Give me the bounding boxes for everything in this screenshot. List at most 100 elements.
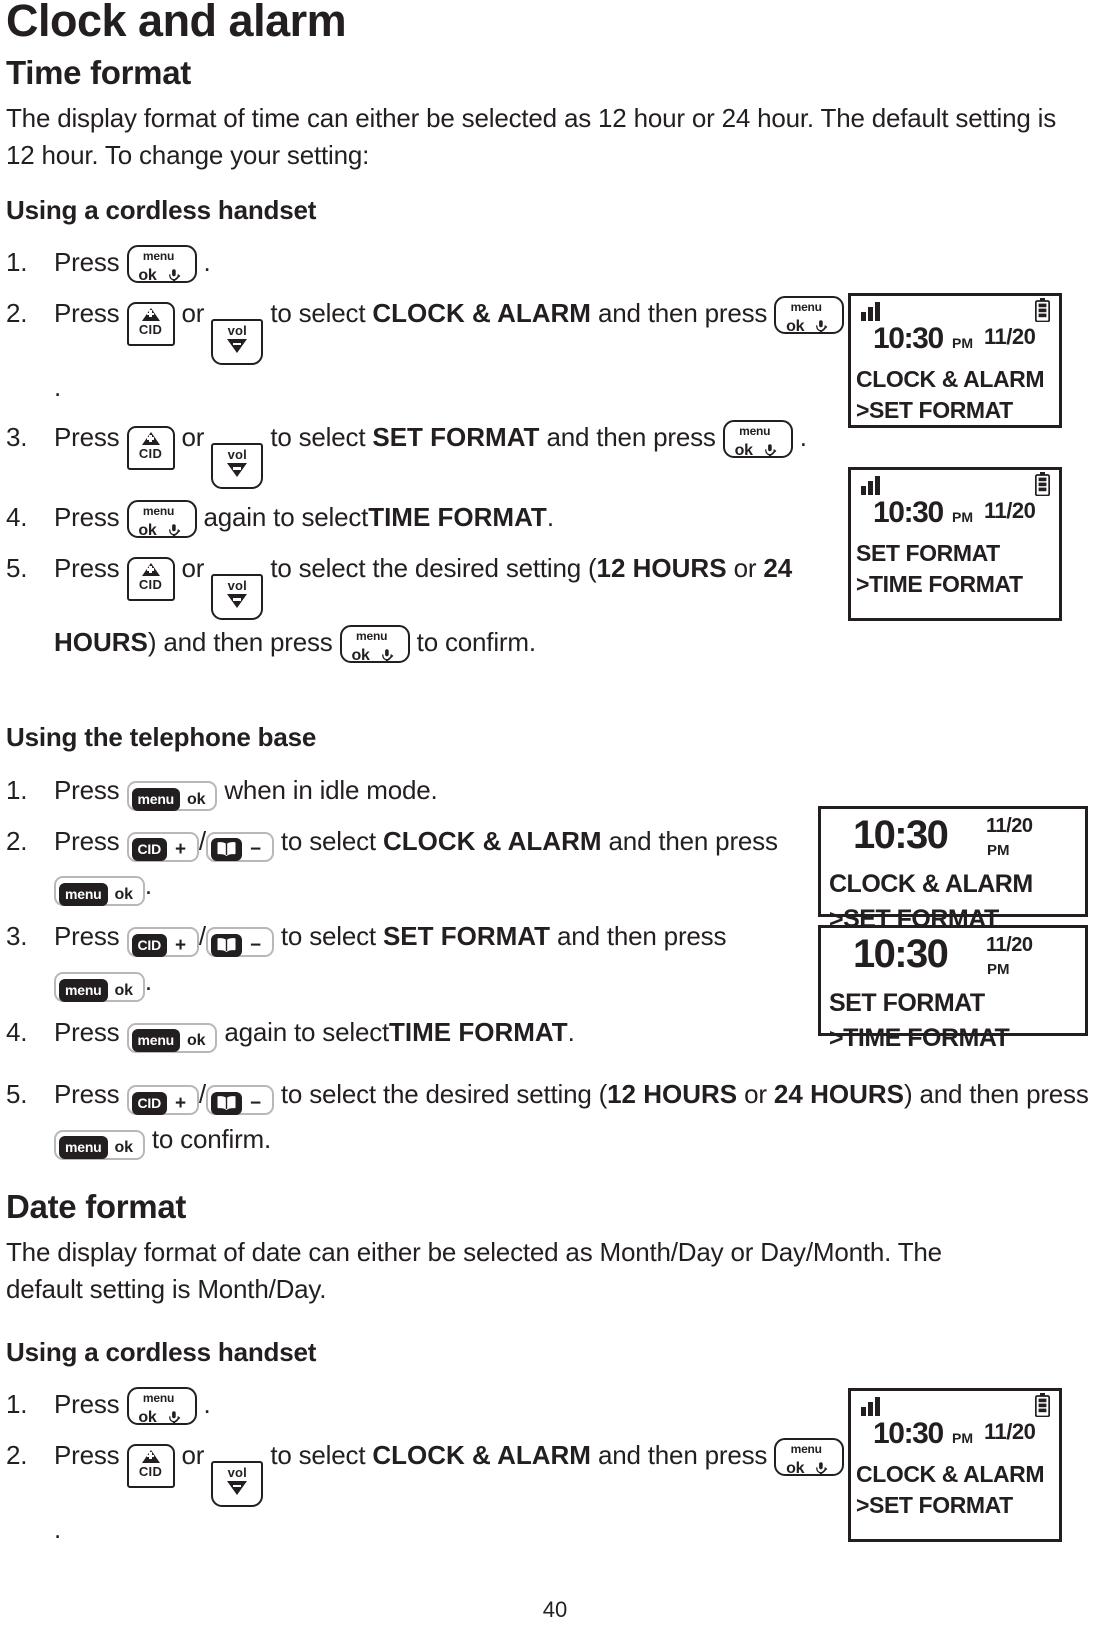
step-number: 2.: [6, 825, 28, 856]
lcd-menu-line-2: >SET FORMAT: [856, 397, 1013, 423]
handset-menu-ok-key[interactable]: menu ok: [339, 625, 410, 666]
key-label-ok: ok: [786, 317, 805, 335]
mute-mic-icon: [167, 521, 181, 542]
lcd-time-row: 10:30 11/20 PM: [821, 809, 1085, 867]
lcd-menu-line-1: SET FORMAT: [856, 540, 1000, 566]
list-item: 1. Press menu ok .: [6, 1382, 846, 1428]
handset-vol-down-key[interactable]: vol: [211, 1460, 264, 1507]
step-text-end: .: [54, 371, 62, 402]
handset-cid-up-key[interactable]: CID: [126, 1443, 175, 1488]
mute-mic-icon: [167, 1408, 181, 1428]
step-number: 5.: [6, 553, 28, 584]
list-item: 2. Press CID + / − to select CLOCK & ALAR…: [6, 819, 796, 908]
key-label-ok: ok: [138, 522, 157, 540]
triangle-up-plus-icon: [141, 563, 160, 577]
step-text-or: or: [181, 553, 205, 584]
list-item: 4. Press menu ok again to selectTIME FOR…: [6, 495, 846, 542]
handset-vol-down-key[interactable]: vol: [211, 574, 264, 621]
handset-vol-down-key[interactable]: vol: [211, 443, 264, 490]
step-number: 1.: [6, 775, 28, 805]
base-phonebook-down-key[interactable]: −: [205, 1085, 274, 1115]
base-menu-ok-key[interactable]: menu ok: [54, 876, 145, 907]
step-text: Press: [54, 502, 120, 533]
lcd-menu-line-2: >TIME FORMAT: [829, 1024, 1010, 1052]
base-cid-up-key[interactable]: CID +: [126, 831, 199, 862]
step-text: Press: [54, 422, 120, 453]
base-lcd-set-format: 10:30 11/20 PM SET FORMAT >TIME FORMAT: [818, 925, 1088, 1052]
key-label-cid: CID: [131, 838, 168, 862]
battery-full-icon: [1034, 298, 1051, 323]
triangle-down-minus-icon: [227, 338, 248, 353]
phonebook-icon: [217, 840, 236, 857]
key-label-ok: ok: [187, 1032, 206, 1050]
base-menu-ok-key[interactable]: menu ok: [54, 971, 145, 1002]
lcd-date: 11/20: [984, 498, 1036, 523]
handset-menu-ok-key[interactable]: menu ok: [126, 500, 197, 542]
phonebook-pill: [210, 1091, 242, 1115]
base-menu-ok-key[interactable]: menu ok: [126, 781, 218, 811]
step-text: Press: [54, 553, 120, 584]
manual-page: Clock and alarm Time format The display …: [0, 0, 1110, 1629]
phonebook-icon: [217, 1094, 236, 1110]
battery-full-icon: [1034, 1393, 1051, 1418]
list-item: 2. Press CID or vol to select CLOCK & AL…: [6, 291, 846, 410]
key-label-ok: ok: [138, 1409, 157, 1426]
base-menu-ok-key[interactable]: menu ok: [126, 1022, 218, 1053]
base-step-5-time-format: 5. Press CID + / − to select the desired …: [6, 1072, 1096, 1167]
step-text: to select: [270, 297, 366, 328]
handset-vol-down-key[interactable]: vol: [211, 318, 264, 365]
step-text: ) and then press: [903, 1079, 1089, 1109]
section-heading-time-format: Time format: [6, 54, 191, 91]
handset-menu-ok-key[interactable]: menu ok: [722, 420, 793, 462]
step-text-end: .: [203, 1389, 211, 1419]
list-item: 3. Press CID + / − to select SET FORMAT a…: [6, 914, 796, 1003]
step-number: 2.: [6, 297, 28, 328]
handset-menu-ok-key[interactable]: menu ok: [772, 295, 845, 337]
base-phonebook-down-key[interactable]: −: [205, 831, 274, 862]
lcd-date: 11/20: [986, 815, 1033, 837]
lcd-time-row: 10:30 11/20 PM: [821, 928, 1085, 986]
triangle-up-plus-icon: [141, 1449, 160, 1463]
key-label-menu: menu: [131, 787, 181, 811]
step-text-end: .: [203, 247, 211, 277]
step-text-end: when in idle mode.: [224, 775, 438, 805]
key-ok-row: ok: [772, 1456, 842, 1479]
handset-menu-ok-key[interactable]: menu ok: [125, 245, 197, 286]
phonebook-pill: [210, 838, 242, 862]
handset-cid-up-key[interactable]: CID: [126, 301, 175, 346]
step-number: 1.: [6, 1389, 28, 1419]
key-ok-row: ok: [125, 263, 195, 286]
triangle-down-minus-icon: [227, 594, 248, 609]
base-cid-up-key[interactable]: CID +: [126, 927, 199, 958]
lcd-time: 10:30: [873, 496, 944, 529]
key-label-cid: CID: [138, 446, 163, 462]
handset-cid-up-key[interactable]: CID: [126, 557, 175, 602]
key-separator: /: [198, 1079, 206, 1109]
step-text-or: or: [181, 422, 205, 453]
key-label-cid: CID: [138, 1463, 163, 1479]
step-text-end: .: [567, 1016, 575, 1047]
step-number: 1.: [6, 247, 28, 277]
step-text-end: .: [144, 870, 152, 901]
key-label-ok: ok: [351, 647, 370, 665]
handset-menu-ok-key[interactable]: menu ok: [126, 1387, 197, 1428]
base-menu-ok-key[interactable]: menu ok: [54, 1129, 145, 1160]
lcd-time-row: 10:30 PM 11/20: [851, 322, 1059, 364]
key-label-menu: menu: [131, 1029, 181, 1053]
subheading-using-cordless-handset-time: Using a cordless handset: [6, 195, 317, 225]
step-number: 3.: [6, 422, 28, 453]
step-text-end: to confirm.: [416, 627, 536, 658]
handset-menu-ok-key[interactable]: menu ok: [772, 1437, 845, 1479]
section-heading-date-format: Date format: [6, 1188, 187, 1225]
list-item: 3. Press CID or vol to select SET FORMAT…: [6, 415, 846, 490]
base-cid-up-key[interactable]: CID +: [126, 1085, 199, 1115]
key-ok-row: ok: [772, 314, 842, 337]
key-label-cid: CID: [131, 1091, 168, 1115]
lcd-menu-line-1: CLOCK & ALARM: [856, 366, 1045, 392]
key-label-vol: vol: [227, 322, 247, 338]
lcd-menu-line-2: >SET FORMAT: [856, 1492, 1013, 1518]
base-phonebook-down-key[interactable]: −: [205, 927, 274, 958]
step-text: and then press: [597, 297, 768, 328]
step-text: Press: [54, 247, 120, 277]
handset-cid-up-key[interactable]: CID: [126, 426, 175, 471]
